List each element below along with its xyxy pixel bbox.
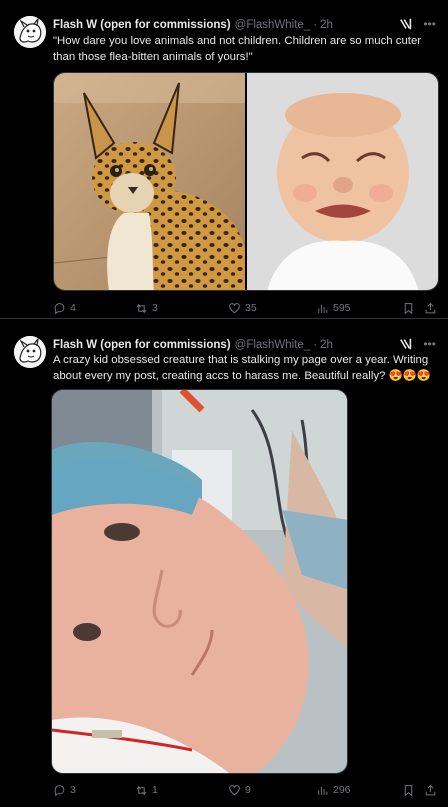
tweet-header: Flash W (open for commissions) @FlashWhi… [53, 17, 440, 33]
tweet-actions: 3 1 9 296 [53, 782, 438, 798]
tweet-text: "How dare you love animals and not child… [53, 35, 422, 63]
share-icon [425, 302, 436, 313]
author-name[interactable]: Flash W (open for commissions) [53, 19, 231, 31]
crying-baby-photo[interactable] [247, 73, 438, 290]
repost-count: 3 [152, 302, 158, 314]
tweet[interactable]: Flash W (open for commissions) @FlashWhi… [0, 320, 448, 807]
reply-count: 4 [70, 302, 76, 314]
share-button[interactable] [424, 782, 437, 798]
heart-icon [229, 784, 240, 795]
like-count: 35 [245, 302, 257, 314]
share-icon [425, 784, 436, 795]
views-button[interactable]: 595 [316, 300, 351, 316]
views-count: 296 [333, 784, 351, 796]
avatar-image [14, 336, 46, 368]
repost-button[interactable]: 3 [135, 300, 158, 316]
grok-icon[interactable] [399, 17, 413, 31]
author-handle[interactable]: @FlashWhite_ [235, 19, 311, 31]
share-button[interactable] [424, 300, 437, 316]
repost-count: 1 [152, 784, 158, 796]
tweet-text: A crazy kid obsessed creature that is st… [53, 354, 432, 382]
like-button[interactable]: 9 [228, 782, 251, 798]
bookmark-button[interactable] [402, 300, 415, 316]
more-icon[interactable]: ••• [423, 18, 436, 30]
bookmark-icon [404, 302, 413, 314]
like-button[interactable]: 35 [228, 300, 257, 316]
tweet[interactable]: Flash W (open for commissions) @FlashWhi… [0, 0, 448, 319]
timestamp[interactable]: 2h [320, 19, 333, 31]
repost-icon [136, 303, 147, 313]
like-count: 9 [245, 784, 251, 796]
repost-button[interactable]: 1 [135, 782, 158, 798]
reply-count: 3 [70, 784, 76, 796]
avatar[interactable] [14, 336, 46, 368]
timestamp[interactable]: 2h [320, 339, 333, 351]
reply-icon [54, 302, 65, 314]
views-icon [318, 786, 328, 795]
more-icon[interactable]: ••• [423, 338, 436, 350]
bookmark-icon [404, 784, 413, 796]
separator-dot: · [313, 339, 318, 351]
author-handle[interactable]: @FlashWhite_ [235, 339, 311, 351]
bookmark-button[interactable] [402, 782, 415, 798]
separator-dot: · [313, 19, 318, 31]
views-icon [318, 304, 328, 313]
author-name[interactable]: Flash W (open for commissions) [53, 339, 231, 351]
tweet-actions: 4 3 35 595 [53, 300, 438, 316]
avatar-image [14, 16, 46, 48]
serval-cat-photo[interactable] [54, 73, 245, 290]
reply-icon [54, 784, 65, 796]
grok-icon[interactable] [399, 337, 413, 351]
avatar[interactable] [14, 16, 46, 48]
views-button[interactable]: 296 [316, 782, 351, 798]
heart-icon [229, 302, 240, 313]
repost-icon [136, 785, 147, 795]
hospital-selfie-photo[interactable] [51, 389, 348, 774]
views-count: 595 [333, 302, 351, 314]
tweet-header: Flash W (open for commissions) @FlashWhi… [53, 337, 440, 353]
reply-button[interactable]: 4 [53, 300, 76, 316]
tweet-media[interactable] [53, 72, 439, 291]
reply-button[interactable]: 3 [53, 782, 76, 798]
